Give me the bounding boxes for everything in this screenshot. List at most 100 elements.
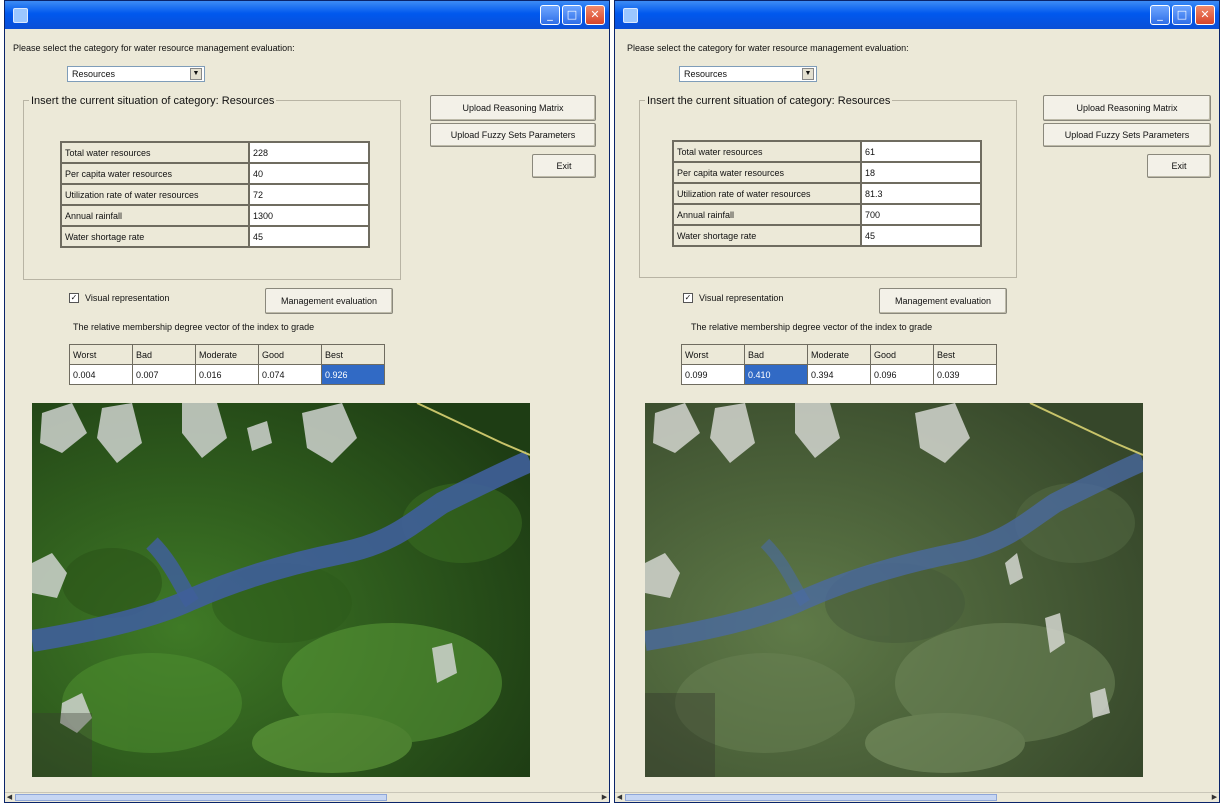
management-evaluation-button[interactable]: Management evaluation bbox=[879, 288, 1007, 314]
visual-representation-checkbox[interactable]: ✓ bbox=[683, 293, 693, 303]
indicator-input[interactable]: 1300 bbox=[248, 204, 370, 227]
degree-value[interactable]: 0.096 bbox=[870, 364, 934, 385]
aerial-photo-image bbox=[32, 403, 530, 777]
scroll-right-icon[interactable]: ▶ bbox=[1210, 793, 1219, 802]
degree-value[interactable]: 0.004 bbox=[69, 364, 133, 385]
grade-header: Moderate bbox=[195, 344, 259, 365]
indicator-label: Annual rainfall bbox=[60, 204, 250, 227]
dropdown-arrow-icon[interactable]: ▼ bbox=[190, 68, 202, 80]
indicator-label: Per capita water resources bbox=[60, 162, 250, 185]
category-select[interactable]: Resources ▼ bbox=[67, 66, 205, 82]
degree-value[interactable]: 0.039 bbox=[933, 364, 997, 385]
grade-header: Worst bbox=[681, 344, 745, 365]
grade-header: Moderate bbox=[807, 344, 871, 365]
grade-header: Best bbox=[933, 344, 997, 365]
maximize-icon[interactable]: □ bbox=[1172, 5, 1192, 25]
degree-table: Worst Bad Moderate Good Best 0.099 0.410… bbox=[681, 344, 997, 385]
upload-fuzzy-sets-button[interactable]: Upload Fuzzy Sets Parameters bbox=[1043, 123, 1211, 147]
horizontal-scrollbar[interactable]: ◀ ▶ bbox=[5, 792, 609, 802]
table-row: Total water resources 228 bbox=[60, 141, 370, 164]
grade-header: Worst bbox=[69, 344, 133, 365]
table-row: Water shortage rate 45 bbox=[672, 224, 982, 247]
indicator-input[interactable]: 45 bbox=[860, 224, 982, 247]
visual-representation-label: Visual representation bbox=[699, 293, 784, 303]
grade-header: Best bbox=[321, 344, 385, 365]
upload-reasoning-matrix-button[interactable]: Upload Reasoning Matrix bbox=[430, 95, 596, 121]
indicator-input[interactable]: 81.3 bbox=[860, 182, 982, 205]
degree-value-selected[interactable]: 0.410 bbox=[744, 364, 808, 385]
grade-header: Bad bbox=[744, 344, 808, 365]
indicator-input[interactable]: 72 bbox=[248, 183, 370, 206]
scroll-right-icon[interactable]: ▶ bbox=[600, 793, 609, 802]
table-row: Utilization rate of water resources 72 bbox=[60, 183, 370, 206]
evaluation-window-right: _ □ ✕ Please select the category for wat… bbox=[614, 0, 1220, 803]
degree-value[interactable]: 0.394 bbox=[807, 364, 871, 385]
scrollbar-thumb[interactable] bbox=[15, 794, 387, 801]
indicator-input[interactable]: 228 bbox=[248, 141, 370, 164]
degree-value-row: 0.004 0.007 0.016 0.074 0.926 bbox=[69, 364, 385, 385]
indicator-label: Annual rainfall bbox=[672, 203, 862, 226]
grade-header-row: Worst Bad Moderate Good Best bbox=[69, 344, 385, 365]
indicator-label: Water shortage rate bbox=[672, 224, 862, 247]
table-row: Per capita water resources 40 bbox=[60, 162, 370, 185]
table-row: Annual rainfall 700 bbox=[672, 203, 982, 226]
check-icon: ✓ bbox=[70, 293, 78, 302]
category-select[interactable]: Resources ▼ bbox=[679, 66, 817, 82]
degree-value[interactable]: 0.074 bbox=[258, 364, 322, 385]
table-row: Annual rainfall 1300 bbox=[60, 204, 370, 227]
category-select-value: Resources bbox=[684, 69, 728, 79]
dropdown-arrow-icon[interactable]: ▼ bbox=[802, 68, 814, 80]
degree-table: Worst Bad Moderate Good Best 0.004 0.007… bbox=[69, 344, 385, 385]
indicator-input[interactable]: 18 bbox=[860, 161, 982, 184]
grade-header: Good bbox=[870, 344, 934, 365]
scroll-left-icon[interactable]: ◀ bbox=[615, 793, 624, 802]
indicator-label: Total water resources bbox=[672, 140, 862, 163]
degree-value[interactable]: 0.007 bbox=[132, 364, 196, 385]
degree-value[interactable]: 0.099 bbox=[681, 364, 745, 385]
minimize-icon[interactable]: _ bbox=[1150, 5, 1170, 25]
indicator-table: Total water resources 61 Per capita water… bbox=[672, 140, 982, 247]
indicator-label: Utilization rate of water resources bbox=[60, 183, 250, 206]
indicator-label: Total water resources bbox=[60, 141, 250, 164]
indicator-label: Per capita water resources bbox=[672, 161, 862, 184]
aerial-photo-image bbox=[645, 403, 1143, 777]
indicator-input[interactable]: 45 bbox=[248, 225, 370, 248]
scroll-left-icon[interactable]: ◀ bbox=[5, 793, 14, 802]
table-row: Utilization rate of water resources 81.3 bbox=[672, 182, 982, 205]
situation-group-title: Insert the current situation of category… bbox=[29, 95, 277, 107]
close-icon[interactable]: ✕ bbox=[585, 5, 605, 25]
exit-button[interactable]: Exit bbox=[1147, 154, 1211, 178]
aerial-photo bbox=[645, 403, 1143, 777]
table-row: Total water resources 61 bbox=[672, 140, 982, 163]
grade-header: Good bbox=[258, 344, 322, 365]
maximize-icon[interactable]: □ bbox=[562, 5, 582, 25]
situation-group-title: Insert the current situation of category… bbox=[645, 95, 893, 107]
grade-header: Bad bbox=[132, 344, 196, 365]
upload-reasoning-matrix-button[interactable]: Upload Reasoning Matrix bbox=[1043, 95, 1211, 121]
indicator-input[interactable]: 61 bbox=[860, 140, 982, 163]
upload-fuzzy-sets-button[interactable]: Upload Fuzzy Sets Parameters bbox=[430, 123, 596, 147]
category-instruction: Please select the category for water res… bbox=[627, 43, 909, 53]
scrollbar-thumb[interactable] bbox=[625, 794, 997, 801]
degree-value[interactable]: 0.016 bbox=[195, 364, 259, 385]
table-row: Per capita water resources 18 bbox=[672, 161, 982, 184]
close-icon[interactable]: ✕ bbox=[1195, 5, 1215, 25]
visual-representation-checkbox[interactable]: ✓ bbox=[69, 293, 79, 303]
title-bar[interactable]: _ □ ✕ bbox=[5, 1, 609, 29]
exit-button[interactable]: Exit bbox=[532, 154, 596, 178]
app-icon bbox=[623, 8, 638, 23]
table-row: Water shortage rate 45 bbox=[60, 225, 370, 248]
horizontal-scrollbar[interactable]: ◀ ▶ bbox=[615, 792, 1219, 802]
category-select-value: Resources bbox=[72, 69, 116, 79]
indicator-input[interactable]: 700 bbox=[860, 203, 982, 226]
visual-representation-label: Visual representation bbox=[85, 293, 170, 303]
indicator-label: Utilization rate of water resources bbox=[672, 182, 862, 205]
management-evaluation-button[interactable]: Management evaluation bbox=[265, 288, 393, 314]
degree-value-selected[interactable]: 0.926 bbox=[321, 364, 385, 385]
degree-value-row: 0.099 0.410 0.394 0.096 0.039 bbox=[681, 364, 997, 385]
title-bar[interactable]: _ □ ✕ bbox=[615, 1, 1219, 29]
minimize-icon[interactable]: _ bbox=[540, 5, 560, 25]
indicator-input[interactable]: 40 bbox=[248, 162, 370, 185]
grade-header-row: Worst Bad Moderate Good Best bbox=[681, 344, 997, 365]
indicator-table: Total water resources 228 Per capita wate… bbox=[60, 141, 370, 248]
